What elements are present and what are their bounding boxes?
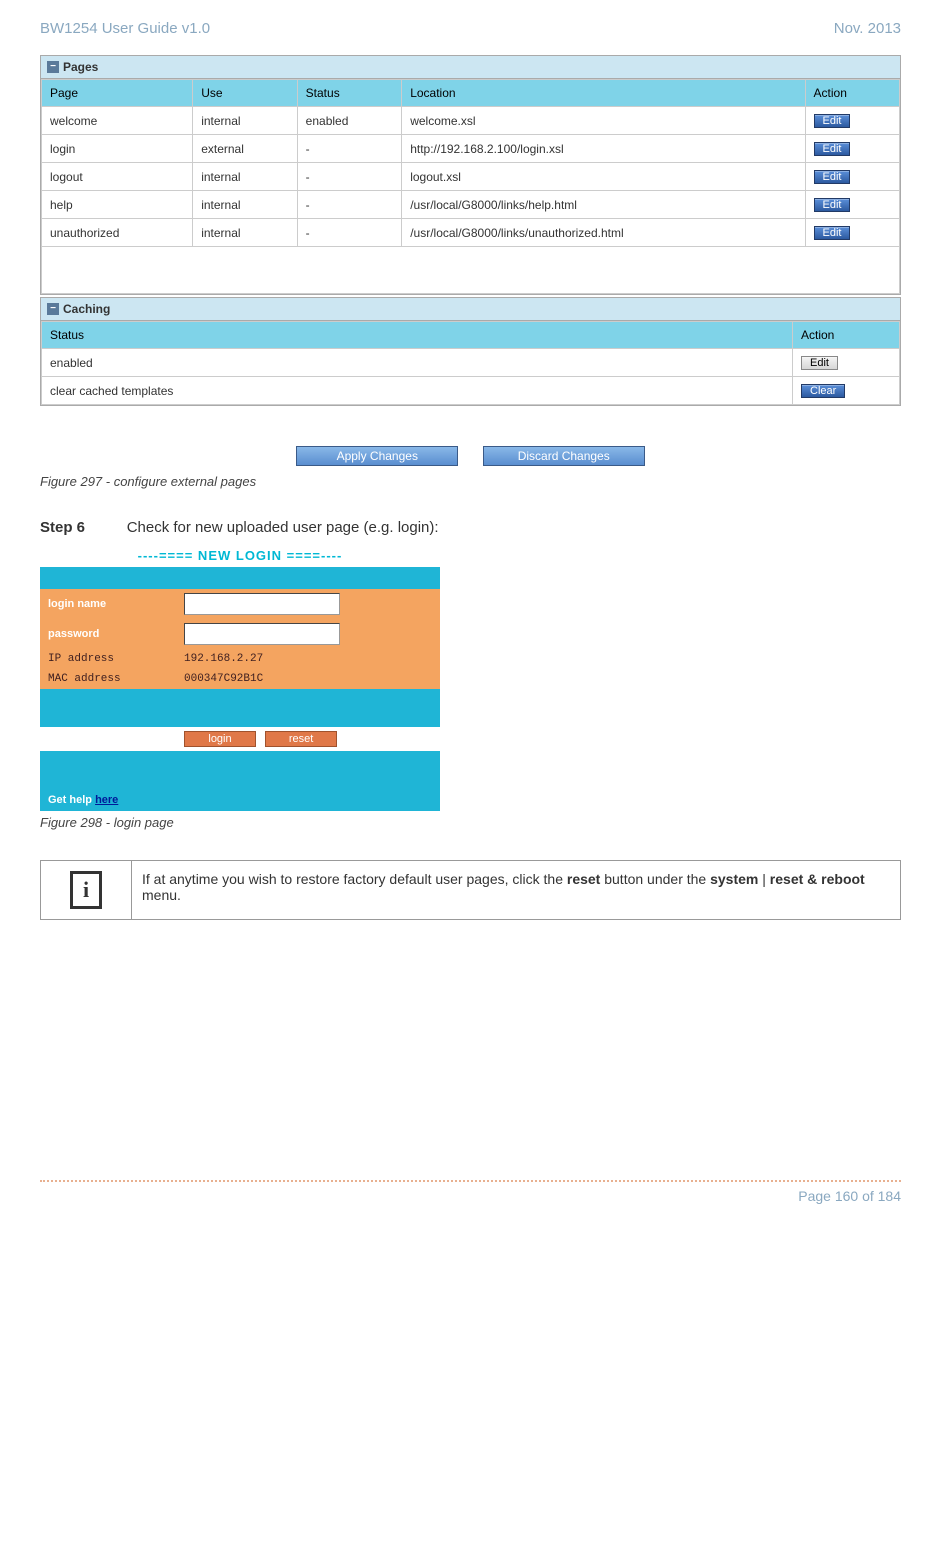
cell-location: http://192.168.2.100/login.xsl xyxy=(402,135,805,163)
note-t2: button under the xyxy=(600,871,710,887)
note-b2: system xyxy=(710,871,758,887)
col-page: Page xyxy=(42,80,193,107)
reset-button[interactable]: reset xyxy=(265,731,337,747)
info-icon: i xyxy=(70,871,102,909)
doc-header-right: Nov. 2013 xyxy=(834,20,901,37)
mac-label: MAC address xyxy=(40,669,176,689)
pages-table: Page Use Status Location Action welcomei… xyxy=(41,79,900,294)
cell-location: /usr/local/G8000/links/unauthorized.html xyxy=(402,219,805,247)
cell-location: logout.xsl xyxy=(402,163,805,191)
edit-button[interactable]: Edit xyxy=(814,142,851,156)
col-status: Status xyxy=(297,80,402,107)
col-use: Use xyxy=(193,80,297,107)
caching-header-row: Status Action xyxy=(42,322,900,349)
step-text: Check for new uploaded user page (e.g. l… xyxy=(127,519,439,536)
cell-status: - xyxy=(297,219,402,247)
figure-298-caption: Figure 298 - login page xyxy=(40,815,901,830)
help-prefix: Get help xyxy=(48,794,95,806)
help-link[interactable]: here xyxy=(95,794,118,806)
table-row: loginexternal-http://192.168.2.100/login… xyxy=(42,135,900,163)
edit-button[interactable]: Edit xyxy=(814,170,851,184)
table-spacer xyxy=(42,247,900,294)
cell-page: unauthorized xyxy=(42,219,193,247)
cell-status: - xyxy=(297,135,402,163)
edit-button[interactable]: Edit xyxy=(814,114,851,128)
login-page-preview: ----==== NEW LOGIN ====---- login name p… xyxy=(40,544,440,811)
info-text: If at anytime you wish to restore factor… xyxy=(132,861,901,920)
cell-use: internal xyxy=(193,107,297,135)
collapse-icon[interactable]: − xyxy=(47,61,59,73)
edit-button[interactable]: Edit xyxy=(801,356,838,370)
doc-header-left: BW1254 User Guide v1.0 xyxy=(40,20,210,37)
info-icon-cell: i xyxy=(41,861,132,920)
login-title: ----==== NEW LOGIN ====---- xyxy=(40,544,440,567)
collapse-icon[interactable]: − xyxy=(47,303,59,315)
cell-use: internal xyxy=(193,191,297,219)
cell-use: internal xyxy=(193,219,297,247)
cell-status: - xyxy=(297,163,402,191)
figure-297-caption: Figure 297 - configure external pages xyxy=(40,474,901,489)
table-row: enabled Edit xyxy=(42,349,900,377)
cell-status: enabled xyxy=(297,107,402,135)
cell-page: login xyxy=(42,135,193,163)
cell-use: internal xyxy=(193,163,297,191)
caching-panel-title-label: Caching xyxy=(63,302,110,316)
login-divider xyxy=(40,567,440,589)
caching-panel-title[interactable]: − Caching xyxy=(41,298,900,321)
edit-button[interactable]: Edit xyxy=(814,198,851,212)
login-name-label: login name xyxy=(40,589,176,619)
doc-header: BW1254 User Guide v1.0 Nov. 2013 xyxy=(40,20,901,37)
note-b1: reset xyxy=(567,871,600,887)
ip-value: 192.168.2.27 xyxy=(176,649,440,669)
pages-panel-title-label: Pages xyxy=(63,60,98,74)
col-action: Action xyxy=(793,322,900,349)
discard-changes-button[interactable]: Discard Changes xyxy=(483,446,645,466)
ip-label: IP address xyxy=(40,649,176,669)
page-footer: Page 160 of 184 xyxy=(40,1180,901,1204)
pages-header-row: Page Use Status Location Action xyxy=(42,80,900,107)
cell-location: welcome.xsl xyxy=(402,107,805,135)
cell-status: - xyxy=(297,191,402,219)
pages-panel-title[interactable]: − Pages xyxy=(41,56,900,79)
note-t3: | xyxy=(758,871,769,887)
password-input[interactable] xyxy=(184,623,340,645)
caching-table: Status Action enabled Edit clear cached te… xyxy=(41,321,900,405)
caching-panel: − Caching Status Action enabled Edit clear… xyxy=(40,297,901,406)
login-button[interactable]: login xyxy=(184,731,256,747)
mac-value: 000347C92B1C xyxy=(176,669,440,689)
apply-changes-button[interactable]: Apply Changes xyxy=(296,446,458,466)
password-label: password xyxy=(40,619,176,649)
cell-use: external xyxy=(193,135,297,163)
cell-page: logout xyxy=(42,163,193,191)
note-t4: menu. xyxy=(142,887,181,903)
cell-page: help xyxy=(42,191,193,219)
info-note: i If at anytime you wish to restore fact… xyxy=(40,860,901,920)
col-action: Action xyxy=(805,80,899,107)
table-row: helpinternal-/usr/local/G8000/links/help… xyxy=(42,191,900,219)
help-row: Get help here xyxy=(40,789,440,811)
login-divider xyxy=(40,751,440,789)
cell-status: enabled xyxy=(42,349,793,377)
edit-button[interactable]: Edit xyxy=(814,226,851,240)
clear-button[interactable]: Clear xyxy=(801,384,845,398)
step-label: Step 6 xyxy=(40,519,85,536)
login-name-input[interactable] xyxy=(184,593,340,615)
login-divider xyxy=(40,689,440,727)
col-location: Location xyxy=(402,80,805,107)
note-t1: If at anytime you wish to restore factor… xyxy=(142,871,567,887)
cell-status: clear cached templates xyxy=(42,377,793,405)
step-6-line: Step 6 Check for new uploaded user page … xyxy=(40,519,901,536)
form-buttons: Apply Changes Discard Changes xyxy=(40,446,901,466)
cell-location: /usr/local/G8000/links/help.html xyxy=(402,191,805,219)
table-row: clear cached templates Clear xyxy=(42,377,900,405)
col-status: Status xyxy=(42,322,793,349)
table-row: logoutinternal-logout.xsl Edit xyxy=(42,163,900,191)
cell-page: welcome xyxy=(42,107,193,135)
table-row: welcomeinternalenabledwelcome.xsl Edit xyxy=(42,107,900,135)
note-b3: reset & reboot xyxy=(770,871,865,887)
table-row: unauthorizedinternal-/usr/local/G8000/li… xyxy=(42,219,900,247)
pages-panel: − Pages Page Use Status Location Action … xyxy=(40,55,901,295)
